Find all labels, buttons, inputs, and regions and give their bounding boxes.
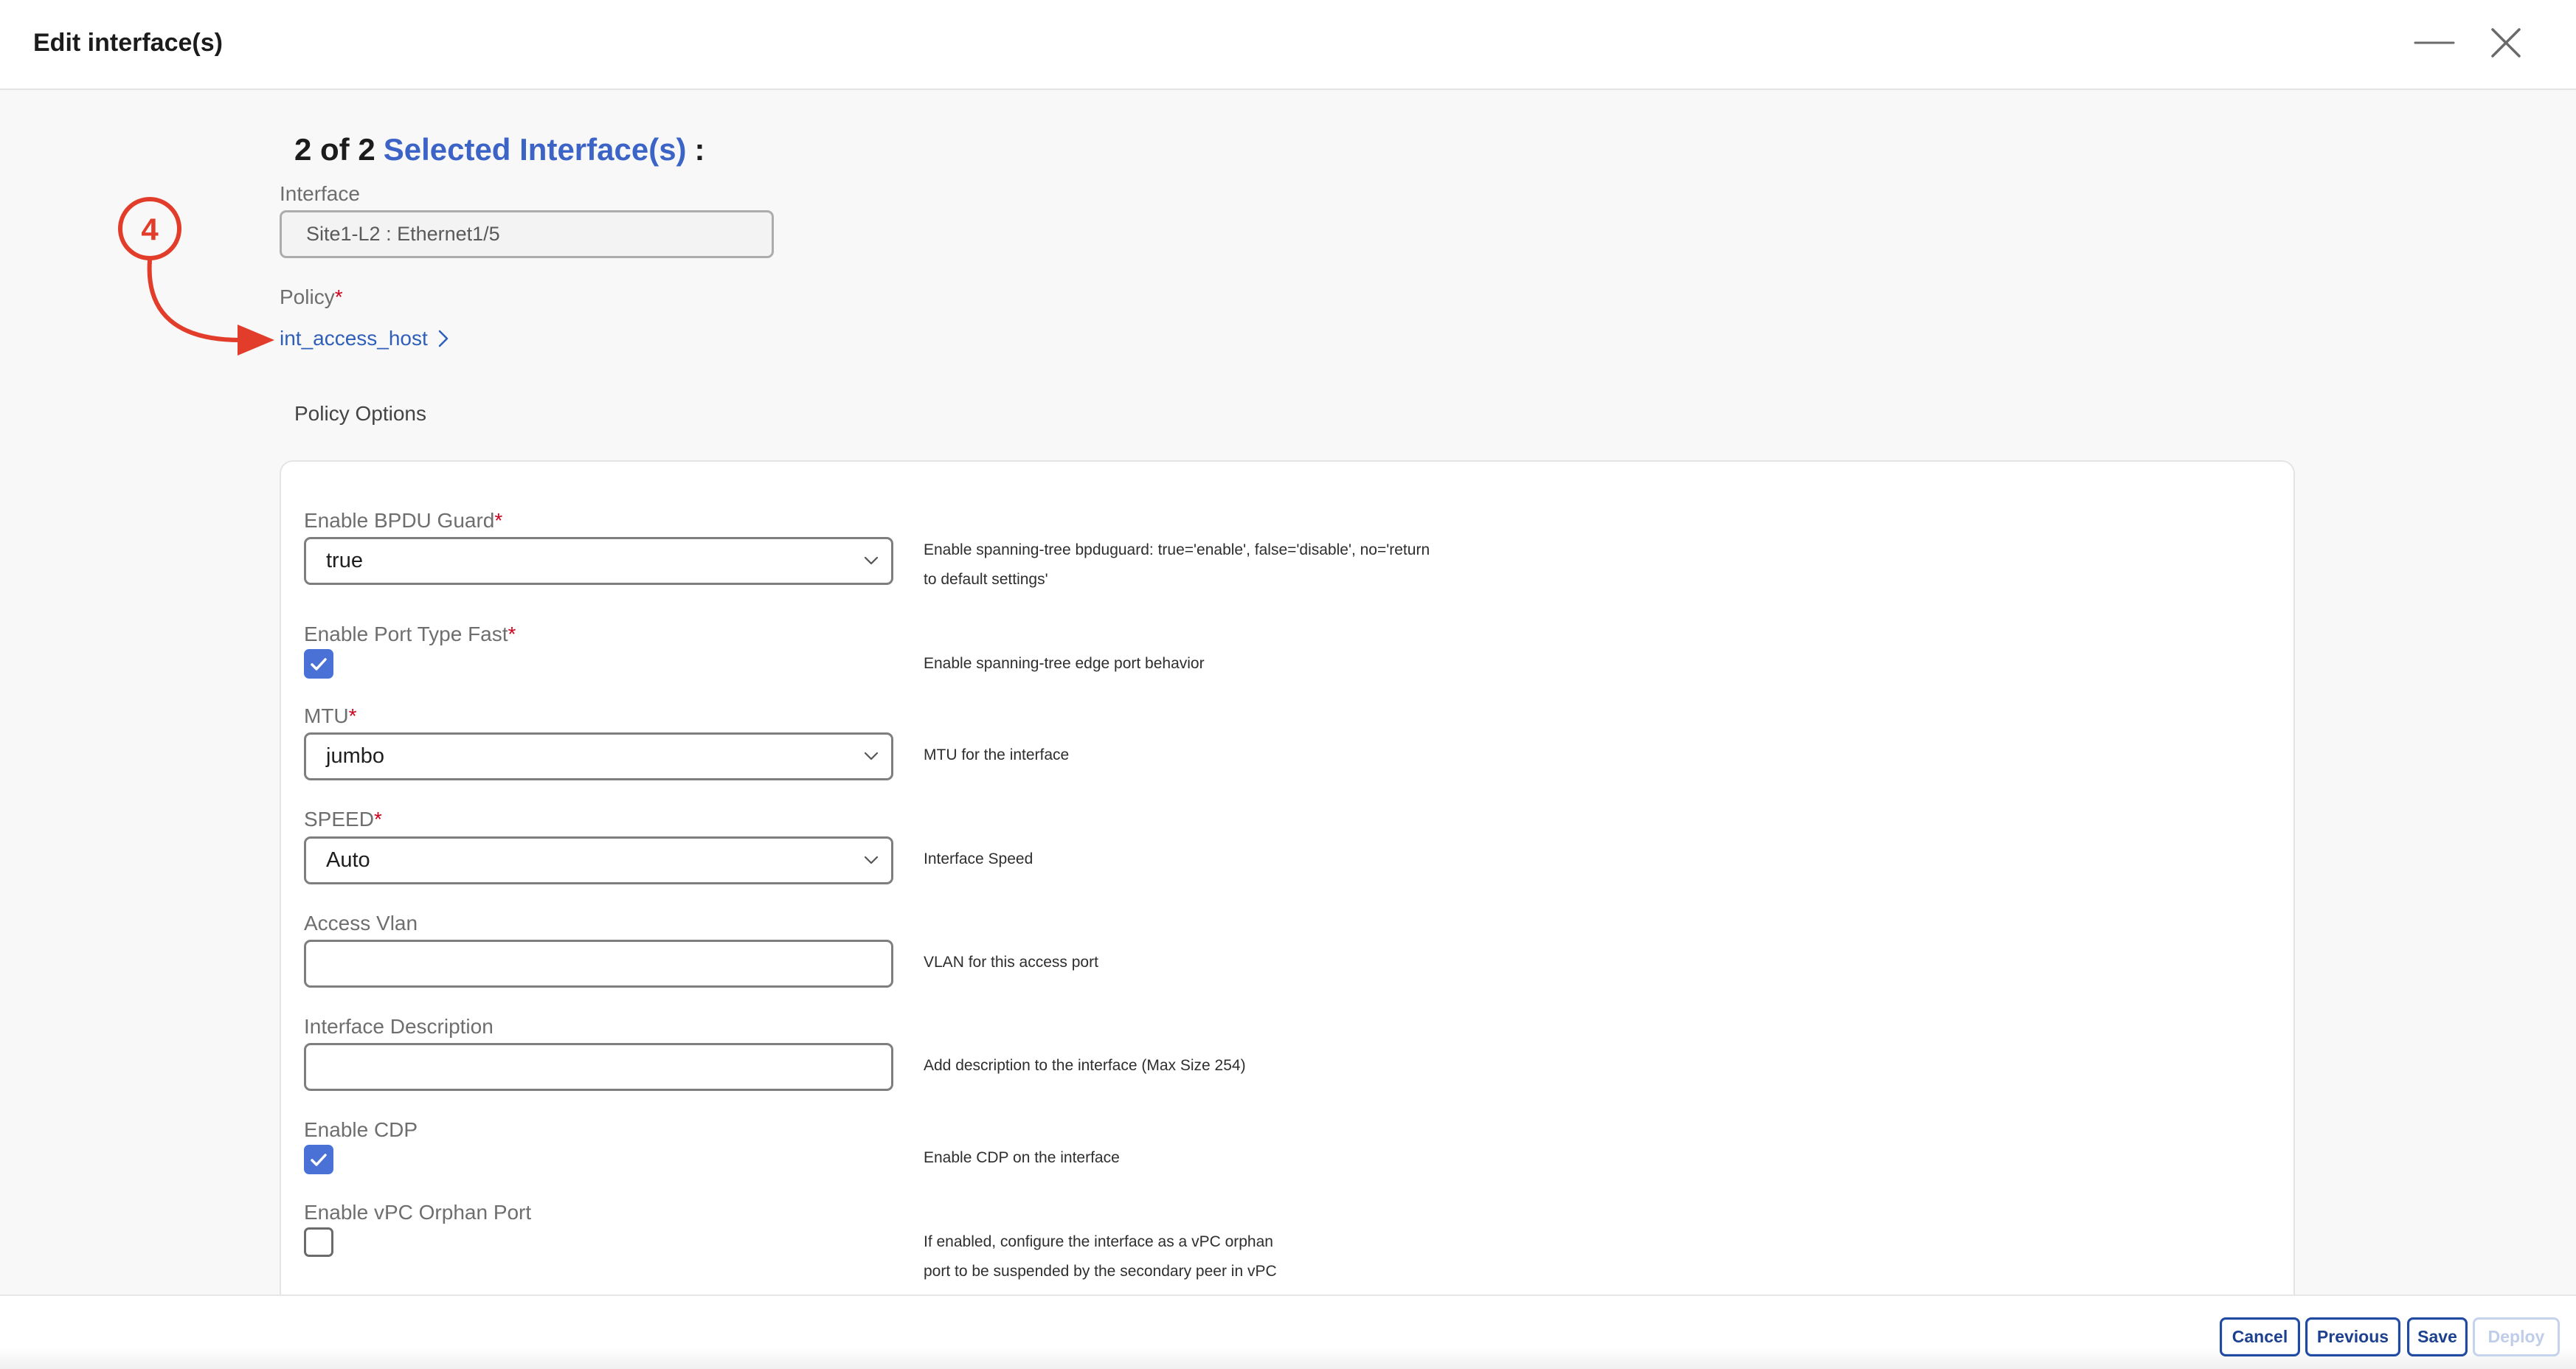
annotation-step-number: 4 [141, 212, 159, 247]
policy-options-heading: Policy Options [294, 402, 426, 425]
interface-description-label: Interface Description [304, 1015, 494, 1038]
interface-description-help: Add description to the interface (Max Si… [924, 1051, 1246, 1081]
bpdu-guard-label-text: Enable BPDU Guard [304, 509, 495, 532]
dialog-title: Edit interface(s) [33, 29, 223, 57]
chevron-down-icon [864, 856, 879, 864]
mtu-help: MTU for the interface [924, 741, 1069, 770]
check-icon [311, 1154, 327, 1166]
port-type-fast-label: Enable Port Type Fast* [304, 621, 516, 648]
enable-cdp-label: Enable CDP [304, 1118, 418, 1141]
cancel-button[interactable]: Cancel [2220, 1317, 2300, 1356]
speed-select[interactable]: Auto [304, 836, 893, 884]
policy-label-text: Policy [280, 285, 335, 308]
select-value: Auto [326, 848, 370, 872]
required-marker: * [508, 623, 516, 645]
interface-description-input[interactable] [304, 1043, 893, 1091]
annotation-arrowhead [238, 325, 274, 356]
help-line: Enable CDP on the interface [924, 1149, 1120, 1166]
mtu-select[interactable]: jumbo [304, 732, 893, 780]
enable-cdp-help: Enable CDP on the interface [924, 1143, 1120, 1173]
close-icon[interactable] [2489, 26, 2523, 60]
help-line: Interface Speed [924, 850, 1033, 867]
chevron-right-icon[interactable] [437, 327, 450, 350]
vpc-orphan-port-label: Enable vPC Orphan Port [304, 1201, 532, 1224]
speed-help: Interface Speed [924, 845, 1033, 874]
selection-title: 2 of 2 Selected Interface(s): [294, 131, 705, 169]
bpdu-guard-label: Enable BPDU Guard* [304, 507, 502, 534]
previous-button[interactable]: Previous [2305, 1317, 2400, 1356]
chevron-down-icon [864, 752, 879, 760]
port-type-fast-checkbox[interactable] [304, 649, 333, 679]
selection-count: 2 of 2 [294, 132, 375, 167]
speed-label-text: SPEED [304, 808, 374, 831]
help-line: Enable spanning-tree edge port behavior [924, 655, 1205, 672]
help-line: to default settings' [924, 571, 1048, 588]
mtu-label: MTU* [304, 703, 357, 729]
policy-label: Policy* [280, 284, 343, 311]
speed-label: SPEED* [304, 806, 382, 833]
help-line: MTU for the interface [924, 746, 1070, 763]
deploy-button[interactable]: Deploy [2473, 1317, 2560, 1356]
select-value: true [326, 549, 363, 572]
policy-link[interactable]: int_access_host [280, 325, 450, 352]
policy-link-text[interactable]: int_access_host [280, 325, 428, 352]
minimize-icon[interactable] [2412, 27, 2456, 59]
required-marker: * [334, 285, 343, 308]
interface-field [280, 210, 774, 258]
check-icon [311, 658, 327, 670]
annotation-arrow [147, 258, 243, 342]
vpc-orphan-port-help: If enabled, configure the interface as a… [924, 1227, 1277, 1286]
required-marker: * [348, 704, 357, 727]
port-type-fast-help: Enable spanning-tree edge port behavior [924, 649, 1205, 679]
help-line: VLAN for this access port [924, 954, 1098, 971]
help-line: If enabled, configure the interface as a… [924, 1233, 1273, 1250]
dialog-footer: Cancel Previous Save Deploy [0, 1295, 2576, 1369]
port-type-fast-label-text: Enable Port Type Fast [304, 623, 508, 645]
interface-label: Interface [280, 182, 360, 205]
select-value: jumbo [326, 744, 384, 768]
access-vlan-label: Access Vlan [304, 912, 418, 935]
help-line: port to be suspended by the secondary pe… [924, 1263, 1277, 1280]
required-marker: * [494, 509, 503, 532]
annotation-callout: 4 [118, 197, 274, 356]
bpdu-guard-select[interactable]: true [304, 537, 893, 585]
dialog-header: Edit interface(s) [0, 0, 2576, 90]
edit-interface-dialog: Edit interface(s) 2 of 2 Selected Interfa… [0, 0, 2576, 1369]
access-vlan-input[interactable] [304, 940, 893, 988]
help-line: Enable spanning-tree bpduguard: true='en… [924, 541, 1430, 558]
bpdu-guard-help: Enable spanning-tree bpduguard: true='en… [924, 536, 1430, 595]
help-line: Add description to the interface (Max Si… [924, 1057, 1246, 1074]
save-button[interactable]: Save [2407, 1317, 2468, 1356]
selection-suffix: : [694, 132, 705, 167]
enable-cdp-checkbox[interactable] [304, 1145, 333, 1174]
vpc-orphan-port-checkbox[interactable] [304, 1227, 333, 1257]
access-vlan-help: VLAN for this access port [924, 948, 1098, 977]
chevron-down-icon [864, 556, 879, 565]
mtu-label-text: MTU [304, 704, 349, 727]
required-marker: * [373, 808, 382, 831]
selected-interfaces-link[interactable]: Selected Interface(s) [384, 132, 687, 167]
